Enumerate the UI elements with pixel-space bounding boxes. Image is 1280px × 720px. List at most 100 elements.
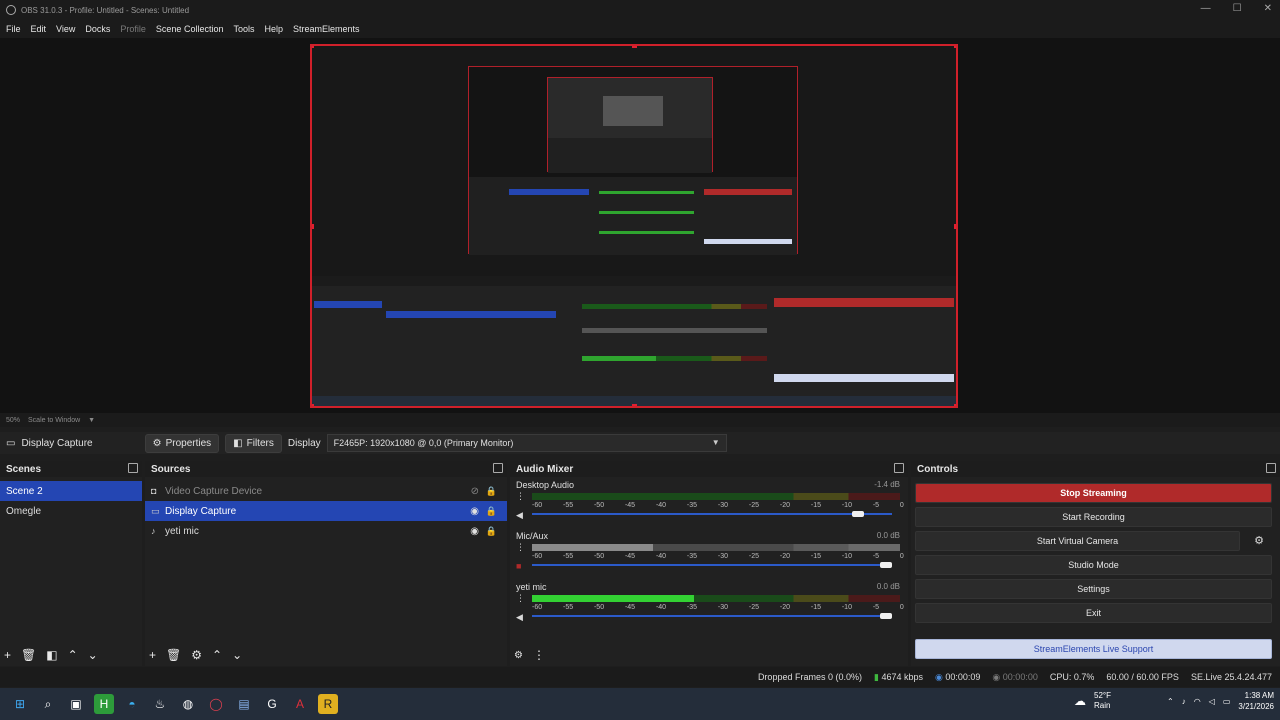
gear-icon[interactable]: ⚙ (1254, 534, 1264, 547)
add-icon[interactable]: + (4, 648, 11, 662)
clock[interactable]: 1:38 AM 3/21/2026 (1238, 690, 1274, 712)
minimize-button[interactable]: — (1201, 3, 1211, 14)
source-item[interactable]: ◘ Video Capture Device ⊘ 🔒 (145, 481, 507, 501)
start-recording-button[interactable]: Start Recording (915, 507, 1272, 527)
menu-tools[interactable]: Tools (233, 24, 254, 34)
trash-icon[interactable]: 🗑 (21, 648, 36, 662)
settings-button[interactable]: Settings (915, 579, 1272, 599)
stop-streaming-button[interactable]: Stop Streaming (915, 483, 1272, 503)
scale-mode-select[interactable]: Scale to Window (28, 417, 80, 424)
source-item[interactable]: ♪ yeti mic ◉ 🔒 (145, 521, 507, 541)
move-up-icon[interactable]: ⌃ (212, 648, 222, 662)
close-button[interactable]: ✕ (1264, 3, 1272, 14)
resize-handle-bottom[interactable] (632, 404, 637, 406)
windows-start-icon[interactable]: ⊞ (10, 694, 30, 714)
steam-icon[interactable]: ♨ (150, 694, 170, 714)
channel-menu-icon[interactable]: ⋮ (516, 542, 525, 553)
advanced-audio-icon[interactable]: ⚙ (514, 650, 523, 661)
channel-db: 0.0 dB (876, 582, 900, 591)
muted-icon[interactable]: ■ (516, 561, 521, 571)
volume-icon[interactable]: ◁ (1209, 697, 1215, 706)
menu-scene-collection[interactable]: Scene Collection (156, 24, 224, 34)
float-dock-icon[interactable] (128, 463, 138, 473)
menu-edit[interactable]: Edit (31, 24, 47, 34)
preview-canvas[interactable] (310, 44, 958, 408)
add-icon[interactable]: + (149, 648, 156, 662)
menu-view[interactable]: View (56, 24, 75, 34)
speaker-icon[interactable]: ◀ (516, 612, 523, 623)
app-g-icon[interactable]: G (262, 694, 282, 714)
tick-label: -15 (810, 604, 821, 611)
float-dock-icon[interactable] (493, 463, 503, 473)
volume-knob[interactable] (880, 562, 892, 568)
app-h-icon[interactable]: H (94, 694, 114, 714)
eye-hidden-icon[interactable]: ⊘ (471, 486, 479, 497)
maximize-button[interactable]: ☐ (1233, 3, 1242, 14)
source-item[interactable]: ▭ Display Capture ◉ 🔒 (145, 501, 507, 521)
tick-label: 0 (899, 553, 904, 560)
obs-icon[interactable]: ◍ (178, 694, 198, 714)
edge-icon[interactable]: ◓ (122, 694, 142, 714)
menu-profile[interactable]: Profile (120, 24, 146, 34)
exit-button[interactable]: Exit (915, 603, 1272, 623)
adobe-icon[interactable]: A (290, 694, 310, 714)
scenes-header: Scenes (0, 461, 142, 477)
menu-streamelements[interactable]: StreamElements (293, 24, 360, 34)
scene-item[interactable]: Omegle (0, 501, 142, 521)
eye-icon[interactable]: ◉ (470, 506, 479, 517)
resize-handle-left[interactable] (312, 224, 314, 229)
channel-menu-icon[interactable]: ⋮ (516, 593, 525, 604)
tick-label: -50 (593, 604, 605, 611)
lock-icon[interactable]: 🔒 (486, 486, 497, 497)
eye-icon[interactable]: ◉ (470, 526, 479, 537)
search-icon[interactable]: ⌕ (38, 694, 58, 714)
preview-zoom-bar: 50% Scale to Window ▼ (0, 413, 1280, 427)
volume-slider[interactable] (532, 511, 892, 517)
photos-icon[interactable]: ▤ (234, 694, 254, 714)
move-up-icon[interactable]: ⌃ (68, 648, 78, 662)
menu-docks[interactable]: Docks (85, 24, 110, 34)
channel-menu-icon[interactable]: ⋮ (516, 491, 525, 502)
properties-button[interactable]: ⚙ Properties (144, 433, 220, 453)
display-select[interactable]: F2465P: 1920x1080 @ 0,0 (Primary Monitor… (326, 434, 727, 452)
mic-icon[interactable]: ♪ (1182, 697, 1186, 706)
scene-item[interactable]: Scene 2 (0, 481, 142, 501)
start-virtual-camera-button[interactable]: Start Virtual Camera (915, 531, 1240, 551)
float-dock-icon[interactable] (1266, 463, 1276, 473)
volume-knob[interactable] (880, 613, 892, 619)
battery-icon[interactable]: ▭ (1223, 697, 1231, 706)
tick-label: -10 (841, 604, 852, 611)
resize-handle-tr[interactable] (954, 46, 956, 48)
menu-file[interactable]: File (6, 24, 21, 34)
move-down-icon[interactable]: ⌄ (232, 648, 242, 662)
resize-handle-bl[interactable] (312, 404, 314, 406)
gear-icon[interactable]: ⚙ (191, 648, 202, 662)
tick-label: -40 (655, 604, 667, 611)
speaker-icon[interactable]: ◀ (516, 510, 523, 521)
chevron-up-icon[interactable]: ⌃ (1167, 697, 1174, 706)
move-down-icon[interactable]: ⌄ (88, 648, 98, 662)
se-live-support-button[interactable]: StreamElements Live Support (915, 639, 1272, 659)
chevron-down-icon[interactable]: ▼ (88, 417, 95, 424)
volume-knob[interactable] (852, 511, 865, 517)
task-view-icon[interactable]: ▣ (66, 694, 86, 714)
studio-mode-button[interactable]: Studio Mode (915, 555, 1272, 575)
lock-icon[interactable]: 🔒 (486, 526, 497, 537)
trash-icon[interactable]: 🗑 (166, 648, 181, 662)
filter-icon[interactable]: ◧ (46, 648, 57, 662)
float-dock-icon[interactable] (894, 463, 904, 473)
weather[interactable]: 52°F Rain (1094, 691, 1111, 711)
resize-handle-br[interactable] (954, 404, 956, 406)
wifi-icon[interactable]: ◠ (1194, 697, 1201, 706)
resize-handle-top[interactable] (632, 46, 637, 48)
menu-help[interactable]: Help (264, 24, 283, 34)
opera-icon[interactable]: ◯ (206, 694, 226, 714)
volume-slider[interactable] (532, 613, 892, 619)
app-r-icon[interactable]: R (318, 694, 338, 714)
resize-handle-right[interactable] (954, 224, 956, 229)
more-menu-icon[interactable]: ⋮ (533, 648, 545, 662)
filters-button[interactable]: ◧ Filters (225, 433, 282, 453)
lock-icon[interactable]: 🔒 (486, 506, 497, 517)
volume-slider[interactable] (532, 562, 892, 568)
resize-handle-tl[interactable] (312, 46, 314, 48)
